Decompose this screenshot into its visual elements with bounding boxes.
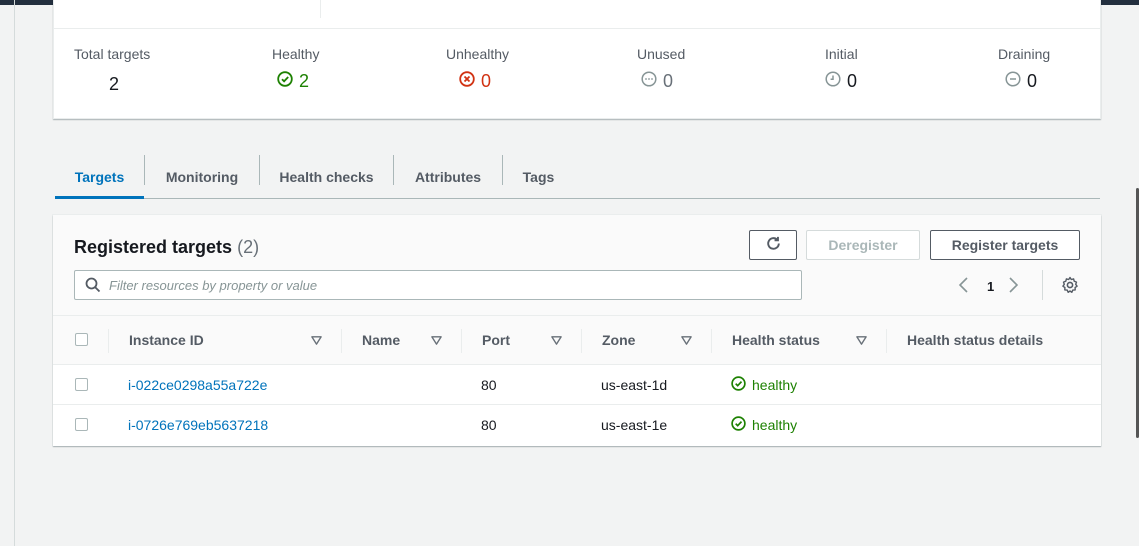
search-input[interactable] — [109, 272, 801, 298]
health-status-cell: healthy — [731, 405, 797, 445]
chevron-left-icon[interactable] — [957, 276, 971, 297]
panel-header: Registered targets (2) Deregister Regist… — [53, 215, 1101, 315]
check-circle-icon — [277, 71, 293, 92]
refresh-icon — [765, 235, 782, 255]
register-targets-button[interactable]: Register targets — [930, 230, 1080, 260]
health-status-text: healthy — [752, 417, 798, 433]
stat-unused: Unused 0 — [637, 46, 685, 92]
panel-title: Registered targets (2) — [74, 237, 259, 258]
column-separator — [461, 329, 462, 353]
gear-icon[interactable] — [1061, 276, 1079, 297]
column-separator — [341, 329, 342, 353]
row-checkbox[interactable] — [75, 418, 88, 431]
stat-unhealthy: Unhealthy 0 — [446, 46, 509, 92]
pagination: 1 — [957, 276, 1020, 297]
sort-icon[interactable] — [681, 335, 692, 346]
port-cell: 80 — [481, 377, 497, 393]
health-status-text: healthy — [752, 377, 798, 393]
page-number[interactable]: 1 — [987, 279, 994, 294]
stat-label: Healthy — [272, 46, 320, 62]
refresh-button[interactable] — [749, 230, 797, 260]
tab-attributes[interactable]: Attributes — [394, 155, 502, 198]
stat-value: 2 — [109, 74, 120, 94]
summary-column-divider — [320, 0, 321, 18]
chevron-right-icon[interactable] — [1006, 276, 1020, 297]
stat-label: Unused — [637, 46, 686, 62]
zone-cell: us-east-1d — [601, 377, 668, 393]
clock-icon — [825, 71, 841, 92]
ellipsis-circle-icon — [641, 71, 657, 92]
stat-value: 0 — [847, 71, 858, 91]
target-summary-card: Total targets 2 Healthy 2 Unhealthy 0 Un… — [53, 0, 1101, 119]
registered-targets-panel: Registered targets (2) Deregister Regist… — [53, 215, 1101, 446]
instance-id-link[interactable]: i-0726e769eb5637218 — [128, 405, 268, 445]
side-panel-edge — [14, 0, 15, 546]
sort-icon[interactable] — [551, 335, 562, 346]
panel-title-text: Registered targets — [74, 237, 233, 257]
stat-value: 0 — [481, 71, 492, 91]
stat-draining: Draining 0 — [998, 46, 1050, 92]
filter-search — [74, 270, 802, 300]
pagination-divider — [1042, 270, 1043, 300]
stat-value: 2 — [299, 71, 310, 91]
tab-monitoring[interactable]: Monitoring — [145, 155, 259, 198]
table-header: Instance ID Name Port Zone Health status… — [53, 315, 1101, 365]
minus-circle-icon — [1005, 71, 1021, 92]
instance-id-link[interactable]: i-022ce0298a55a722e — [128, 365, 267, 405]
column-header-port[interactable]: Port — [482, 316, 510, 364]
stat-total-targets: Total targets 2 — [74, 46, 150, 95]
port-cell: 80 — [481, 417, 497, 433]
column-header-health-status-details[interactable]: Health status details — [907, 316, 1043, 364]
sort-icon[interactable] — [856, 335, 867, 346]
stat-value: 0 — [663, 71, 674, 91]
stat-healthy: Healthy 2 — [272, 46, 319, 92]
column-header-zone[interactable]: Zone — [602, 316, 635, 364]
zone-cell: us-east-1e — [601, 417, 668, 433]
search-icon — [85, 277, 101, 293]
stat-label: Draining — [998, 46, 1051, 62]
column-separator — [886, 329, 887, 353]
column-separator — [711, 329, 712, 353]
targets-table: Instance ID Name Port Zone Health status… — [53, 315, 1101, 445]
check-circle-icon — [731, 376, 746, 394]
column-separator — [581, 329, 582, 353]
detail-tabs: Targets Monitoring Health checks Attribu… — [55, 155, 1100, 199]
summary-divider — [54, 28, 1100, 29]
table-row[interactable]: i-0726e769eb5637218 80 us-east-1e health… — [53, 405, 1101, 445]
column-separator — [108, 329, 109, 353]
sort-icon[interactable] — [431, 335, 442, 346]
tab-health-checks[interactable]: Health checks — [260, 155, 393, 198]
stat-label: Unhealthy — [446, 46, 510, 62]
column-header-health-status[interactable]: Health status — [732, 316, 820, 364]
stat-value: 0 — [1027, 71, 1038, 91]
stat-label: Total targets — [74, 46, 151, 62]
tab-tags[interactable]: Tags — [503, 155, 574, 198]
tab-targets[interactable]: Targets — [55, 155, 144, 199]
row-checkbox[interactable] — [75, 378, 88, 391]
select-all-checkbox[interactable] — [75, 333, 88, 346]
x-circle-icon — [459, 71, 475, 92]
stat-label: Initial — [825, 46, 858, 62]
panel-title-count: (2) — [237, 237, 260, 257]
table-row[interactable]: i-022ce0298a55a722e 80 us-east-1d health… — [53, 365, 1101, 405]
column-header-instance-id[interactable]: Instance ID — [129, 316, 204, 364]
check-circle-icon — [731, 416, 746, 434]
deregister-button[interactable]: Deregister — [806, 230, 920, 260]
health-status-cell: healthy — [731, 365, 797, 405]
column-header-name[interactable]: Name — [362, 316, 400, 364]
stat-initial: Initial 0 — [825, 46, 858, 92]
sort-icon[interactable] — [311, 335, 322, 346]
